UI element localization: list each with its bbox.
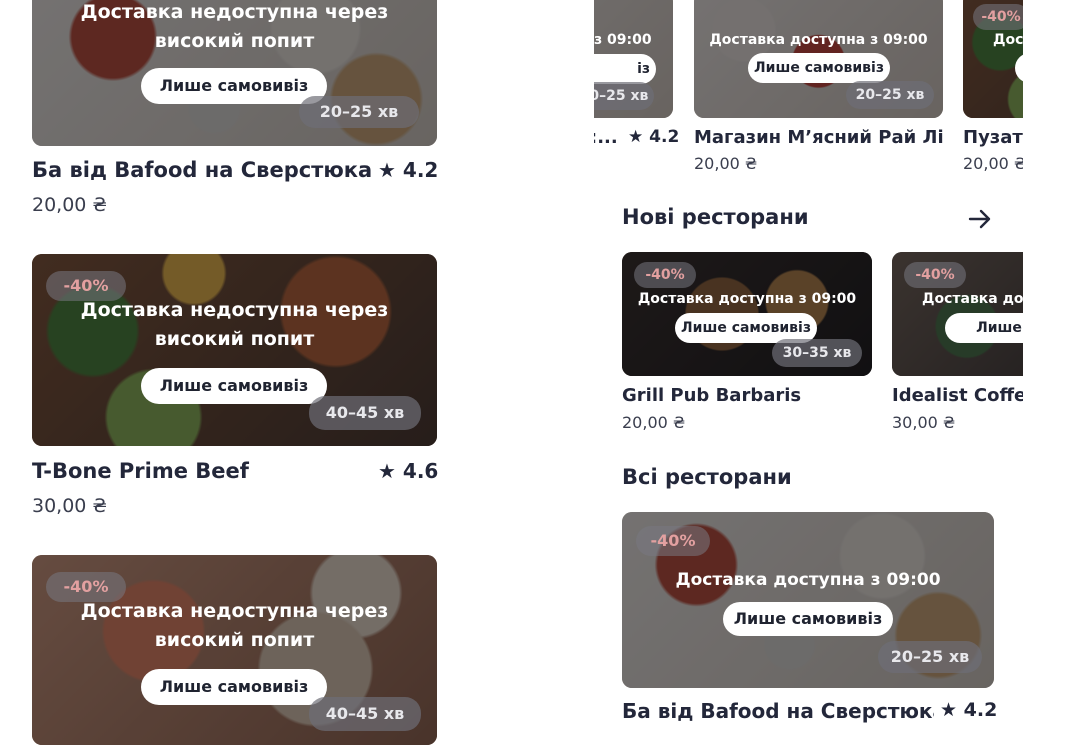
- restaurant-image[interactable]: Доставка доступна з 09:00 Лише самовивіз…: [694, 0, 943, 118]
- restaurant-name[interactable]: Ба від Bafood на Сверстюка: [32, 158, 372, 182]
- restaurant-name[interactable]: T-Bone Prime Beef: [32, 459, 372, 483]
- arrow-right-icon[interactable]: [966, 205, 994, 233]
- delivery-available-text: з 09:00: [594, 32, 652, 48]
- restaurant-name[interactable]: :...: [594, 127, 618, 148]
- delivery-available-text: Доставка доступна з 09:00: [675, 570, 941, 590]
- delivery-price: 20,00 ₴: [963, 154, 1023, 173]
- pickup-only-button[interactable]: Лише самовивіз: [748, 53, 890, 83]
- delivery-time-badge: 30–35 хв: [772, 339, 862, 367]
- delivery-price: 30,00 ₴: [32, 495, 108, 517]
- star-icon: ★: [378, 158, 396, 182]
- delivery-time-badge: 40–45 хв: [309, 396, 421, 430]
- restaurant-name[interactable]: Пузата: [963, 127, 1023, 148]
- delivery-available-text: Доставка доступна з 09:00: [709, 32, 928, 48]
- section-title-all: Всі ресторани: [622, 465, 792, 489]
- delivery-unavailable-text: Доставка недоступна через високий попит: [80, 299, 389, 351]
- pickup-only-button[interactable]: Лише самовивіз: [141, 669, 327, 705]
- top-carousel[interactable]: з 09:00 із 20–25 хв :... ★ 4.2 Доставка …: [594, 0, 1023, 180]
- rating: ★ 4.2: [628, 127, 680, 147]
- delivery-time-badge: 20–25 хв: [594, 82, 654, 110]
- delivery-available-text: Доставка доступна з: [922, 291, 1023, 307]
- restaurant-image[interactable]: -40% Доставка доступна з 09:00 Лише само…: [622, 512, 994, 688]
- restaurant-name[interactable]: Grill Pub Barbaris: [622, 385, 801, 406]
- pickup-only-button[interactable]: із: [594, 54, 656, 84]
- restaurant-image[interactable]: Доставка недоступна через високий попит …: [32, 0, 437, 146]
- rating: ★ 4.2: [378, 158, 439, 182]
- delivery-time-badge: 20–25 хв: [878, 641, 982, 673]
- delivery-price: 30,00 ₴: [892, 413, 956, 432]
- pickup-only-button[interactable]: Лише самовивіз: [141, 368, 327, 404]
- new-restaurants-carousel[interactable]: -40% Доставка доступна з 09:00 Лише само…: [622, 252, 1023, 442]
- delivery-price: 20,00 ₴: [694, 154, 758, 173]
- delivery-unavailable-text: Доставка недоступна через високий попит: [80, 1, 389, 53]
- delivery-price: 20,00 ₴: [622, 413, 686, 432]
- star-icon: ★: [628, 127, 644, 147]
- restaurant-image[interactable]: -40% Доставка доступна з Лише сам: [892, 252, 1023, 376]
- delivery-price: 20,00 ₴: [32, 194, 108, 216]
- restaurant-image[interactable]: з 09:00 із 20–25 хв: [594, 0, 673, 118]
- delivery-time-badge: 20–25 хв: [846, 81, 934, 109]
- star-icon: ★: [378, 459, 396, 483]
- restaurant-name[interactable]: Магазин Мʼясний Рай Лів...: [694, 127, 944, 148]
- discount-badge: -40%: [634, 262, 696, 288]
- restaurant-image[interactable]: -40% Доставка доступна з 09:00 Лише само…: [622, 252, 872, 376]
- rating: ★ 4.6: [378, 459, 439, 483]
- delivery-unavailable-text: Доставка недоступна через високий попит: [80, 600, 389, 652]
- delivery-time-badge: 20–25 хв: [299, 96, 419, 128]
- delivery-available-text: Дос: [993, 32, 1023, 48]
- pickup-only-button[interactable]: Лише самовивіз: [141, 68, 327, 104]
- restaurant-image[interactable]: -40% Доставка недоступна через високий п…: [32, 254, 437, 446]
- restaurant-image[interactable]: -40% Доставка недоступна через високий п…: [32, 555, 437, 745]
- discount-badge: -40%: [904, 262, 966, 288]
- discount-badge: -40%: [973, 4, 1023, 30]
- delivery-available-text: Доставка доступна з 09:00: [637, 291, 857, 307]
- discount-badge: -40%: [636, 526, 710, 556]
- pickup-only-button[interactable]: Лише сам: [945, 313, 1023, 343]
- restaurant-name[interactable]: Ба від Bafood на Сверстюка: [622, 699, 934, 723]
- delivery-time-badge: 40–45 хв: [309, 697, 421, 731]
- rating: ★ 4.2: [940, 699, 998, 721]
- section-title-new: Нові ресторани: [622, 205, 809, 229]
- pickup-only-button[interactable]: Лише самовивіз: [723, 602, 893, 636]
- restaurant-image[interactable]: -40% Дос: [963, 0, 1023, 118]
- star-icon: ★: [940, 699, 958, 721]
- restaurant-name[interactable]: Idealist Coffee: [892, 385, 1023, 406]
